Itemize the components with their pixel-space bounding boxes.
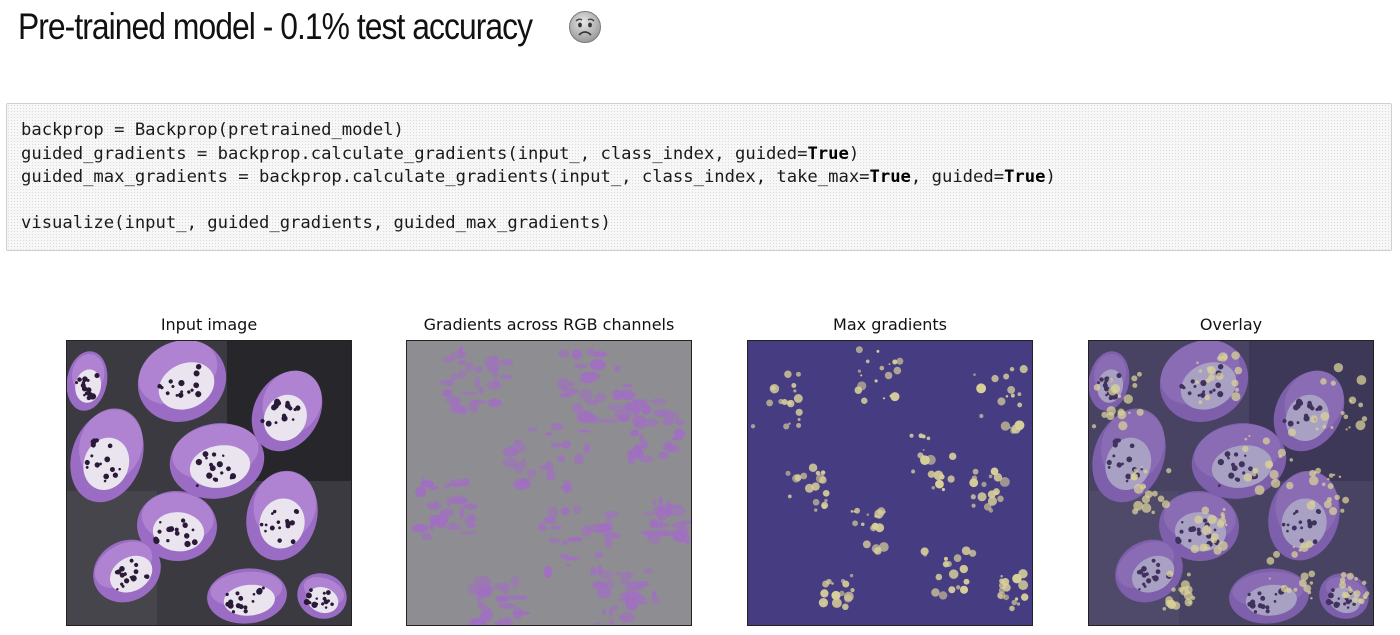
code-line: visualize(input_, guided_gradients, guid… — [21, 212, 611, 235]
code-keyword: True — [807, 144, 849, 164]
code-text: ) — [1045, 167, 1056, 187]
panel-title: Input image — [160, 315, 258, 334]
panel-overlay: Overlay — [1088, 310, 1374, 626]
code-line: guided_gradients = backprop.calculate_gr… — [21, 143, 859, 166]
code-keyword: True — [869, 167, 911, 187]
code-text: ) — [848, 144, 860, 164]
heading-text: Pre-trained model - 0.1% test accuracy — [18, 6, 533, 47]
overlay-image — [1088, 340, 1374, 626]
panel-gradients-rgb: Gradients across RGB channels — [406, 310, 692, 626]
panel-title: Max gradients — [833, 315, 947, 334]
anxious-face-icon — [568, 11, 601, 43]
panel-title: Overlay — [1199, 315, 1263, 334]
max-gradients-image — [747, 340, 1033, 626]
code-text: guided_gradients = backprop.calculate_gr… — [21, 144, 808, 164]
code-text: visualize(input_, guided_gradients, guid… — [21, 213, 611, 233]
code-line: guided_max_gradients = backprop.calculat… — [21, 166, 1056, 189]
section-heading: Pre-trained model - 0.1% test accuracy — [18, 2, 602, 52]
panel-title: Gradients across RGB channels — [423, 315, 675, 334]
panel-max-gradients: Max gradients — [747, 310, 1033, 626]
code-line: backprop = Backprop(pretrained_model) — [21, 119, 404, 142]
panel-input-image: Input image — [66, 310, 352, 626]
code-text: backprop = Backprop(pretrained_model) — [21, 120, 404, 140]
foxglove-flower-image — [66, 340, 352, 626]
code-text: , guided= — [910, 167, 1005, 187]
rgb-gradients-image — [406, 340, 692, 626]
code-text: guided_max_gradients = backprop.calculat… — [21, 167, 870, 187]
code-cell[interactable]: backprop = Backprop(pretrained_model)gui… — [6, 103, 1392, 251]
code-keyword: True — [1004, 167, 1046, 187]
